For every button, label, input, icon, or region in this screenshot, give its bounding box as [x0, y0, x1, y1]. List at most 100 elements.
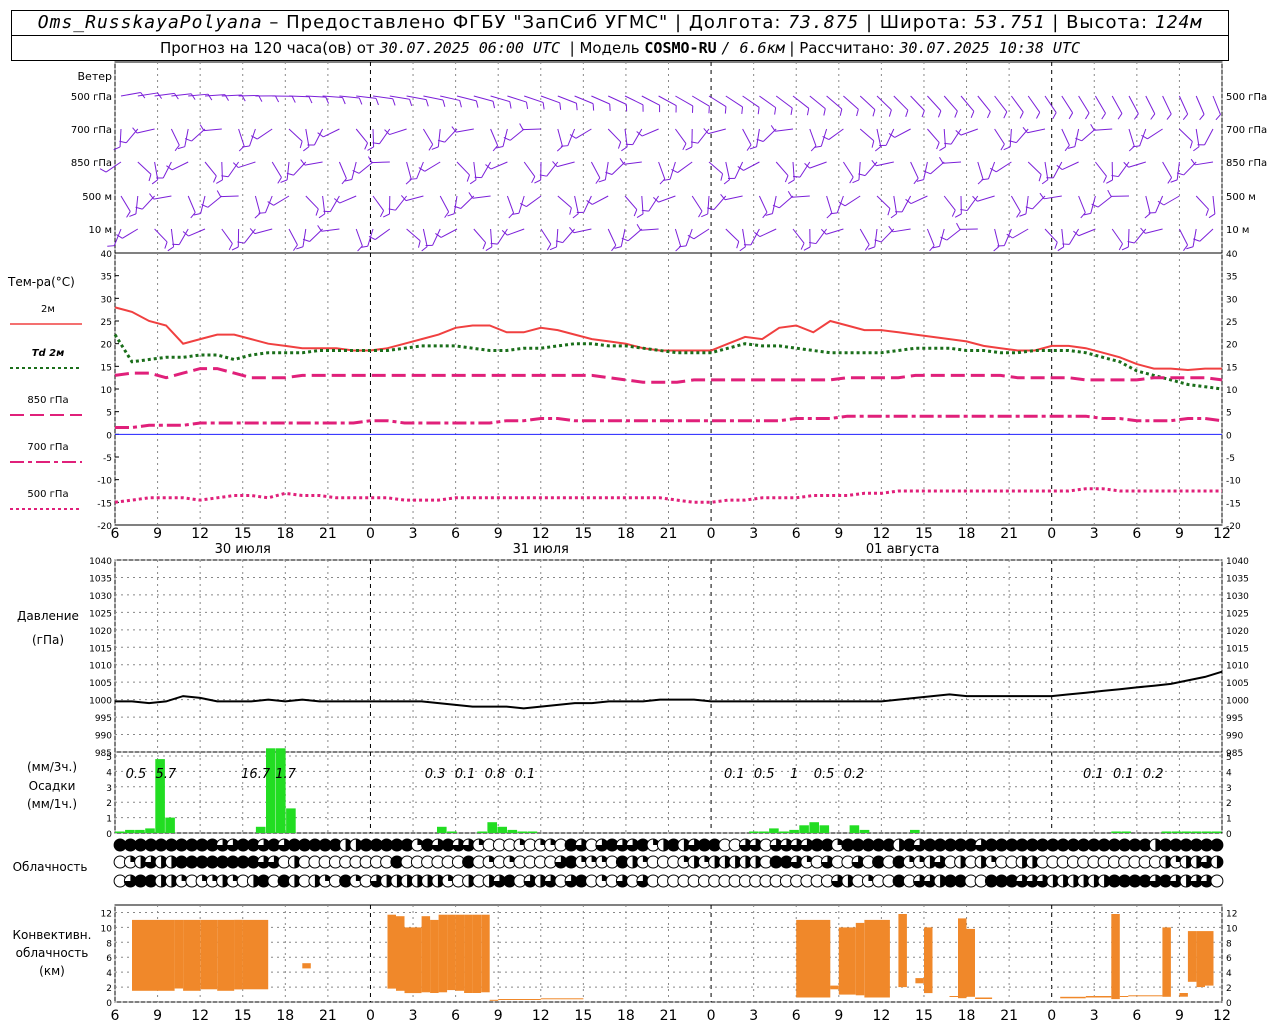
wind-barb-2-61 — [1128, 161, 1146, 168]
wind-barb-0-55 — [1044, 95, 1057, 113]
temp-xtick-19: 15 — [915, 526, 933, 542]
precip-total-9: 0.5 — [754, 767, 775, 782]
pres-ytick-left-10: 990 — [95, 732, 112, 742]
wind-barb-4-19 — [432, 228, 441, 246]
wind-barb-flag-3-45 — [887, 208, 891, 216]
wind-barb-1-57 — [1074, 128, 1080, 147]
precip-bar-73 — [849, 825, 860, 833]
precip-bar-2 — [135, 829, 145, 833]
wind-barb-flag-4-10 — [293, 244, 298, 251]
wind-barb-flag-3-8 — [254, 213, 261, 219]
wind-barb-2-17 — [406, 161, 412, 180]
wind-barb-1-46 — [885, 128, 895, 146]
wind-barb-0-48 — [927, 95, 942, 112]
wind-barb-1-37 — [742, 128, 752, 146]
wind-barb-4-33 — [674, 228, 682, 247]
temp-ytick-left-0: 40 — [101, 250, 113, 260]
wind-barb-4-10 — [288, 228, 298, 246]
wind-barb-1-53 — [1009, 128, 1012, 147]
precip-bar-14 — [255, 826, 266, 833]
wind-barb-1-12 — [313, 128, 324, 146]
prec-ytick-left-0: 5 — [106, 753, 112, 763]
wind-barb-flag-4-11 — [296, 246, 304, 250]
wind-barb-flag-3-11 — [315, 208, 319, 216]
wind-barb-1-16 — [379, 128, 391, 145]
wind-barb-flag-0-10 — [308, 96, 313, 104]
wind-barb-3-7 — [220, 195, 239, 198]
wind-barb-1-63 — [1179, 128, 1193, 142]
precip-bar-64 — [759, 831, 769, 833]
wind-barb-flag-2-24 — [531, 176, 536, 184]
temp-series-t700 — [115, 414, 1223, 429]
wind-barb-flag-1-57 — [1067, 146, 1075, 149]
wind-barb-3-33 — [658, 195, 676, 203]
conv-bar-2 — [183, 919, 201, 991]
wind-barb-1-56 — [1061, 128, 1070, 146]
conv-xtick-8: 6 — [451, 1008, 460, 1024]
wind-barb-flag-3-9 — [258, 212, 266, 214]
pres-ytick-right-0: 1040 — [1226, 557, 1249, 567]
wind-barb-2-49 — [930, 161, 945, 175]
wind-barb-2-34 — [677, 161, 693, 173]
temp-ytick-left-8: 0 — [106, 431, 112, 441]
precip-bar-79 — [910, 829, 920, 833]
wind-barb-flag-4-47 — [888, 225, 894, 233]
wind-barb-flag-0-26 — [575, 103, 578, 111]
wind-barb-4-26 — [556, 228, 559, 247]
conv-ytick-right-6: 0 — [1226, 999, 1232, 1009]
wind-barb-2-55 — [1044, 161, 1049, 180]
conv-bar-22 — [540, 998, 584, 1000]
wind-barb-flag-1-15 — [367, 146, 374, 151]
wind-barb-flag-2-44 — [852, 179, 860, 184]
wind-barb-flag-1-44 — [871, 140, 875, 148]
conv-bar-6 — [234, 919, 243, 990]
conv-bar-35 — [1060, 996, 1086, 999]
wind-barb-0-51 — [977, 95, 991, 112]
wind-barb-flag-4-21 — [482, 242, 487, 250]
precip-total-12: 0.2 — [844, 767, 865, 782]
wind-barb-1-17 — [389, 128, 407, 136]
wind-barb-2-12 — [304, 161, 323, 166]
temp-ytick-left-2: 30 — [101, 295, 113, 305]
wind-barb-flag-4-60 — [1121, 246, 1129, 251]
temp-legend-label-t700: 700 гПа — [27, 442, 68, 453]
precip-bar-36 — [477, 831, 487, 833]
wind-level-right-1: 700 гПа — [1226, 125, 1267, 136]
wind-barb-flag-0-12 — [342, 97, 346, 105]
conv-xtick-1: 9 — [153, 1008, 162, 1024]
conv-ytick-left-3: 6 — [106, 954, 112, 964]
wind-barb-flag-3-49 — [951, 209, 956, 217]
precip-bar-68 — [799, 825, 809, 833]
wind-barb-1-62 — [1147, 128, 1163, 140]
wind-barb-3-46 — [893, 195, 898, 214]
wind-barb-flag-3-12 — [318, 213, 326, 219]
precip-bar-3 — [145, 828, 155, 833]
date-label-1: 31 июля — [513, 542, 569, 557]
temp-ytick-right-5: 15 — [1226, 363, 1237, 373]
cloud-symbol-2-107 — [1210, 874, 1224, 888]
wind-barb-2-60 — [1118, 161, 1130, 177]
wind-barb-4-63 — [1178, 228, 1189, 246]
temp-ytick-right-4: 20 — [1226, 341, 1238, 351]
temp-legend-label-t850: 850 гПа — [27, 395, 68, 406]
wind-barb-4-28 — [573, 228, 592, 234]
wind-barb-flag-0-46 — [905, 110, 909, 117]
pres-ytick-right-4: 1020 — [1226, 627, 1249, 637]
wind-barb-4-13 — [321, 228, 340, 232]
wind-level-left-1: 700 гПа — [71, 125, 112, 136]
pres-ytick-left-9: 995 — [95, 714, 112, 724]
wind-barb-0-19 — [440, 95, 460, 101]
wind-barb-2-9 — [271, 161, 282, 178]
wind-barb-flag-1-32 — [636, 131, 643, 137]
temp-ytick-right-2: 30 — [1226, 295, 1238, 305]
wind-level-right-2: 850 гПа — [1226, 158, 1267, 169]
wind-barb-4-25 — [540, 228, 552, 245]
precip-bar-32 — [437, 826, 447, 833]
wind-barb-4-8 — [243, 228, 256, 244]
conv-bar-15 — [447, 914, 456, 991]
wind-barb-2-58 — [1095, 161, 1107, 177]
temp-xtick-22: 0 — [1047, 526, 1056, 542]
wind-barb-0-50 — [960, 95, 975, 112]
wind-level-left-0: 500 гПа — [71, 92, 112, 103]
precip-bar-70 — [819, 825, 830, 833]
